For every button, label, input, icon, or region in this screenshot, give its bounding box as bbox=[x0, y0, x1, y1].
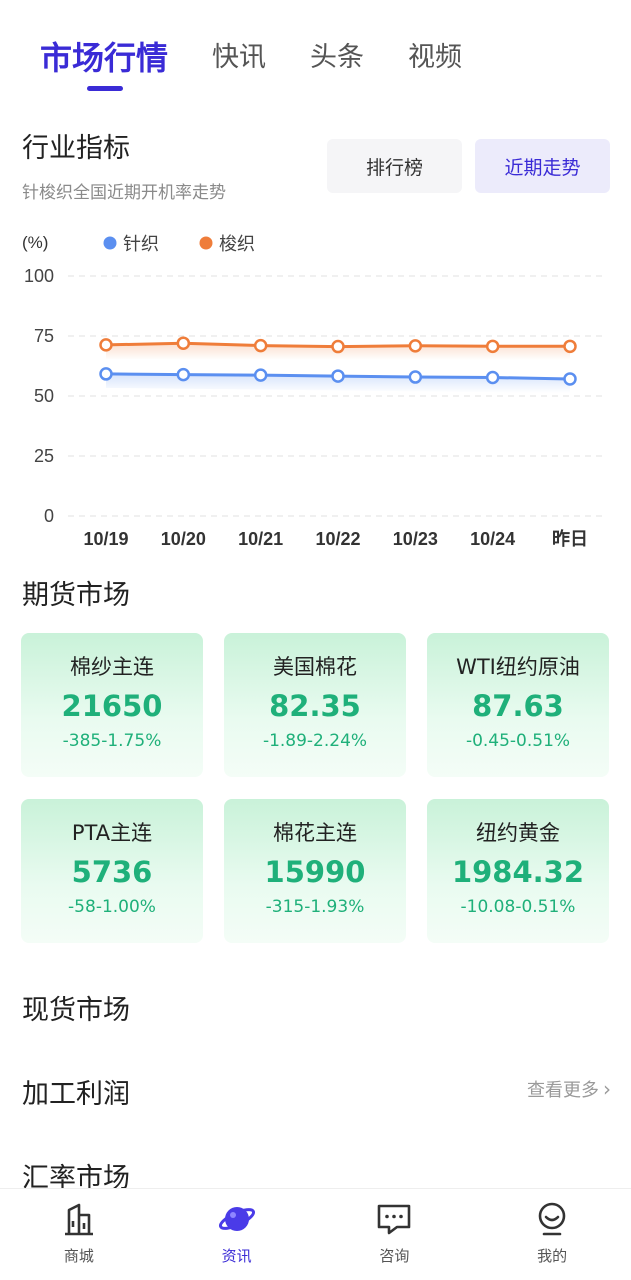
future-name: 纽约黄金 bbox=[476, 821, 560, 845]
data-point bbox=[563, 339, 577, 354]
nav-shop-label: 商城 bbox=[63, 1247, 94, 1265]
future-card-pta[interactable]: PTA主连 5736 -58-1.00% bbox=[21, 799, 203, 943]
future-card-cotton[interactable]: 棉花主连 15990 -315-1.93% bbox=[224, 799, 406, 943]
industry-title: 行业指标 bbox=[22, 133, 130, 164]
future-card-ny-gold[interactable]: 纽约黄金 1984.32 -10.08-0.51% bbox=[427, 799, 609, 943]
y-axis-unit-label: (%) bbox=[22, 233, 48, 252]
future-value: 82.35 bbox=[269, 689, 361, 723]
legend-label: 梭织 bbox=[219, 234, 255, 254]
x-tick-label: 10/23 bbox=[393, 529, 438, 549]
nav-consult[interactable]: 咨询 bbox=[316, 1189, 474, 1280]
chevron-right-icon: › bbox=[603, 1077, 611, 1101]
nav-mine[interactable]: 我的 bbox=[473, 1189, 631, 1280]
x-tick-label: 昨日 bbox=[552, 528, 588, 549]
bottom-nav: 商城 资讯 咨询 我的 bbox=[0, 1188, 631, 1280]
tab-flash-news[interactable]: 快讯 bbox=[212, 30, 266, 86]
y-tick-label: 50 bbox=[34, 386, 54, 406]
industry-subtitle: 针梭织全国近期开机率走势 bbox=[22, 183, 226, 203]
future-change: -385-1.75% bbox=[62, 731, 162, 751]
tab-video[interactable]: 视频 bbox=[408, 30, 462, 86]
data-point bbox=[485, 339, 500, 354]
future-value: 87.63 bbox=[472, 689, 564, 723]
x-tick-label: 10/20 bbox=[161, 529, 206, 549]
future-name: 棉纱主连 bbox=[70, 655, 154, 679]
future-change: -0.45-0.51% bbox=[465, 731, 571, 751]
recent-trend-button[interactable]: 近期走势 bbox=[475, 139, 610, 193]
tab-headlines[interactable]: 头条 bbox=[310, 30, 364, 86]
nav-consult-label: 咨询 bbox=[379, 1247, 410, 1265]
chat-bubble-icon bbox=[374, 1199, 414, 1239]
data-point bbox=[176, 336, 191, 350]
future-card-wti-crude[interactable]: WTI纽约原油 87.63 -0.45-0.51% bbox=[427, 633, 609, 777]
chart-svg: 0 25 50 75 100 10/19 10/20 10/21 10/22 10/23 10/2… bbox=[22, 233, 604, 549]
utilization-chart: 0 25 50 75 100 10/19 10/20 10/21 10/22 10/23 10/2… bbox=[0, 222, 631, 562]
future-change: -10.08-0.51% bbox=[460, 897, 576, 917]
y-tick-label: 100 bbox=[24, 266, 54, 286]
data-point bbox=[408, 370, 423, 384]
future-name: WTI纽约原油 bbox=[456, 655, 580, 679]
data-point bbox=[99, 367, 113, 381]
spot-market-title[interactable]: 现货市场 bbox=[22, 988, 130, 1027]
shop-building-icon bbox=[59, 1199, 99, 1239]
future-name: 美国棉花 bbox=[273, 655, 357, 679]
x-tick-label: 10/22 bbox=[315, 529, 360, 549]
future-change: -58-1.00% bbox=[68, 897, 156, 917]
data-point bbox=[253, 368, 268, 382]
data-point bbox=[485, 370, 500, 385]
ranking-button[interactable]: 排行榜 bbox=[327, 139, 462, 193]
x-tick-label: 10/21 bbox=[238, 529, 283, 549]
see-more-label: 查看更多 bbox=[527, 1080, 599, 1101]
future-change: -1.89-2.24% bbox=[262, 731, 368, 751]
planet-icon bbox=[217, 1199, 257, 1239]
future-value: 21650 bbox=[61, 689, 163, 723]
y-tick-label: 0 bbox=[44, 506, 54, 526]
x-tick-label: 10/19 bbox=[83, 529, 128, 549]
see-more-link[interactable]: 查看更多 › bbox=[527, 1076, 611, 1102]
legend-label: 针织 bbox=[123, 234, 159, 254]
active-tab-indicator bbox=[87, 86, 123, 91]
x-tick-label: 10/24 bbox=[470, 529, 515, 549]
futures-title: 期货市场 bbox=[22, 580, 130, 611]
nav-news-label: 资讯 bbox=[221, 1247, 252, 1265]
future-card-us-cotton[interactable]: 美国棉花 82.35 -1.89-2.24% bbox=[224, 633, 406, 777]
tab-market[interactable]: 市场行情 bbox=[40, 30, 168, 86]
y-tick-label: 25 bbox=[34, 446, 54, 466]
y-tick-label: 75 bbox=[34, 326, 54, 346]
future-value: 15990 bbox=[264, 855, 366, 889]
profile-face-icon bbox=[532, 1199, 572, 1239]
data-point bbox=[176, 367, 191, 382]
future-name: 棉花主连 bbox=[273, 821, 357, 845]
legend-marker bbox=[103, 236, 117, 250]
data-point bbox=[563, 372, 577, 386]
data-point bbox=[99, 338, 113, 352]
future-value: 1984.32 bbox=[451, 855, 585, 889]
future-card-cotton-yarn[interactable]: 棉纱主连 21650 -385-1.75% bbox=[21, 633, 203, 777]
nav-shop[interactable]: 商城 bbox=[0, 1189, 158, 1280]
data-point bbox=[331, 339, 345, 354]
legend-marker bbox=[199, 236, 213, 250]
nav-mine-label: 我的 bbox=[537, 1247, 568, 1265]
data-point bbox=[331, 369, 345, 383]
future-value: 5736 bbox=[71, 855, 153, 889]
nav-news[interactable]: 资讯 bbox=[158, 1189, 316, 1280]
data-point bbox=[408, 339, 423, 353]
future-change: -315-1.93% bbox=[265, 897, 365, 917]
future-name: PTA主连 bbox=[71, 821, 153, 845]
data-point bbox=[253, 338, 268, 353]
processing-profit-title[interactable]: 加工利润 bbox=[22, 1072, 130, 1111]
